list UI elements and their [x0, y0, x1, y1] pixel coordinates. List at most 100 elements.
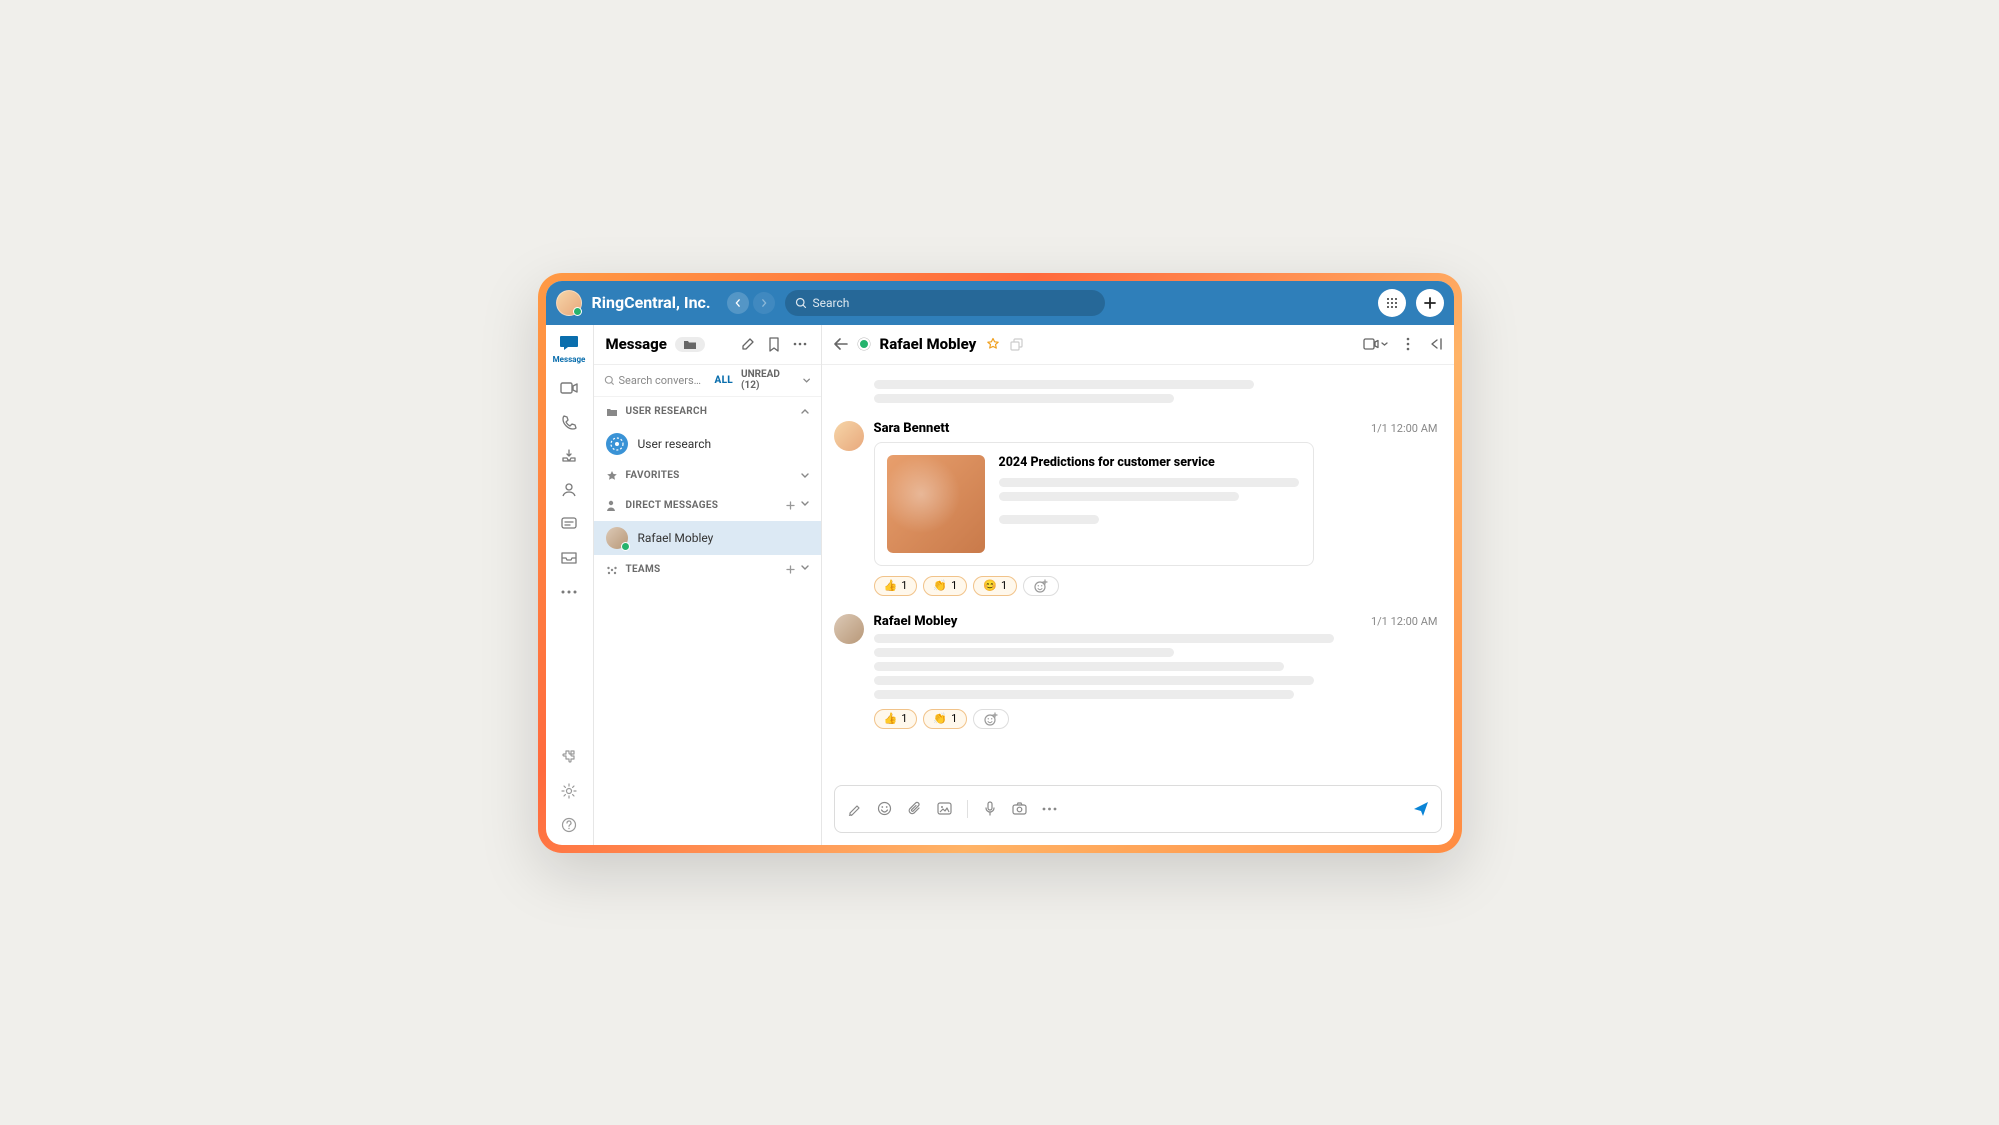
conv-name: Rafael Mobley	[638, 531, 714, 545]
org-name: RingCentral, Inc.	[592, 293, 711, 312]
camera-icon	[1012, 802, 1027, 815]
presence-indicator	[621, 542, 630, 551]
folder-filter[interactable]	[675, 337, 705, 352]
app-window: RingCentral, Inc. Search	[546, 281, 1454, 845]
more-button[interactable]	[791, 335, 809, 353]
conv-name: User research	[638, 437, 712, 451]
text-icon	[558, 514, 580, 534]
rail-message[interactable]: Message	[553, 333, 585, 364]
favorite-toggle[interactable]	[986, 337, 1000, 351]
chat-more-button[interactable]	[1406, 337, 1410, 351]
composer-more-button[interactable]	[1042, 801, 1058, 817]
link-card[interactable]: 2024 Predictions for customer service	[874, 442, 1314, 566]
bookmark-button[interactable]	[765, 335, 783, 353]
author-name: Sara Bennett	[874, 421, 950, 436]
team-icon	[606, 564, 620, 576]
copy-link-button[interactable]	[1010, 338, 1023, 351]
start-video-button[interactable]	[1363, 338, 1388, 350]
rail-help[interactable]	[553, 815, 585, 835]
reaction-pill[interactable]: 👍1	[874, 576, 918, 596]
filter-all[interactable]: ALL	[715, 375, 734, 386]
paperclip-icon	[908, 801, 922, 816]
send-button[interactable]	[1413, 801, 1429, 817]
emoji-button[interactable]	[877, 801, 893, 817]
link-icon	[1010, 338, 1023, 351]
inbox-icon	[558, 446, 580, 466]
send-icon	[1413, 801, 1429, 817]
gif-button[interactable]	[937, 801, 953, 817]
nav-back-button[interactable]	[727, 292, 749, 314]
conv-rafael-mobley[interactable]: Rafael Mobley	[594, 521, 821, 555]
group-favorites[interactable]: FAVORITES	[594, 461, 821, 491]
more-vertical-icon	[1406, 337, 1410, 351]
plus-icon[interactable]	[786, 501, 795, 510]
chevron-down-icon	[1381, 342, 1388, 346]
reaction-pill[interactable]: 👍1	[874, 709, 918, 729]
emoji-plus-icon	[1034, 579, 1048, 593]
group-direct-messages[interactable]: DIRECT MESSAGES	[594, 491, 821, 521]
presence-indicator	[573, 307, 582, 316]
card-thumbnail	[887, 455, 985, 553]
reactions: 👍1 👏1	[874, 709, 1438, 729]
puzzle-icon	[558, 747, 580, 767]
rail-apps[interactable]	[553, 747, 585, 767]
folder-icon	[683, 339, 697, 350]
rail-more[interactable]	[553, 582, 585, 602]
star-outline-icon	[986, 337, 1000, 351]
emoji-plus-icon	[984, 712, 998, 726]
more-horizontal-icon	[793, 342, 807, 346]
reaction-pill[interactable]: 😊1	[973, 576, 1017, 596]
group-teams[interactable]: TEAMS	[594, 555, 821, 585]
chevron-down-icon	[801, 473, 809, 478]
rail-phone[interactable]	[553, 412, 585, 432]
record-audio-button[interactable]	[982, 801, 998, 817]
emoji-icon	[877, 801, 892, 816]
chevron-down-icon[interactable]	[803, 378, 810, 383]
message: Sara Bennett 1/1 12:00 AM 2024 Predictio…	[834, 421, 1438, 596]
add-reaction-button[interactable]	[1023, 576, 1059, 596]
reaction-pill[interactable]: 👏1	[923, 576, 967, 596]
conv-user-research-team[interactable]: User research	[594, 427, 821, 461]
message-time: 1/1 12:00 AM	[1371, 422, 1438, 435]
group-user-research[interactable]: USER RESEARCH	[594, 397, 821, 427]
group-label: FAVORITES	[626, 470, 680, 481]
chat-title: Rafael Mobley	[880, 335, 977, 353]
conversation-search[interactable]: Search conversation...	[604, 374, 707, 387]
rail-video[interactable]	[553, 378, 585, 398]
nav-forward-button[interactable]	[753, 292, 775, 314]
rail-fax[interactable]	[553, 446, 585, 466]
group-label: DIRECT MESSAGES	[626, 500, 719, 511]
chat-pane: Rafael Mobley	[822, 325, 1454, 845]
rail-settings[interactable]	[553, 781, 585, 801]
microphone-icon	[985, 801, 995, 816]
attach-button[interactable]	[907, 801, 923, 817]
chat-header: Rafael Mobley	[822, 325, 1454, 365]
author-avatar[interactable]	[834, 421, 864, 451]
search-icon	[604, 375, 615, 386]
author-avatar[interactable]	[834, 614, 864, 644]
message-composer[interactable]	[834, 785, 1442, 833]
reaction-pill[interactable]: 👏1	[923, 709, 967, 729]
add-reaction-button[interactable]	[973, 709, 1009, 729]
rail-contacts[interactable]	[553, 480, 585, 500]
dialpad-button[interactable]	[1378, 289, 1406, 317]
formatting-button[interactable]	[847, 801, 863, 817]
new-action-button[interactable]	[1416, 289, 1444, 317]
collapse-panel-button[interactable]	[1428, 338, 1442, 350]
rail-voicemail[interactable]	[553, 548, 585, 568]
record-video-button[interactable]	[1012, 801, 1028, 817]
message-icon	[558, 333, 580, 353]
rail-message-label: Message	[553, 355, 586, 364]
plus-icon[interactable]	[786, 565, 795, 574]
compose-button[interactable]	[739, 335, 757, 353]
gear-icon	[558, 781, 580, 801]
rail-text[interactable]	[553, 514, 585, 534]
user-avatar[interactable]	[556, 290, 582, 316]
compose-icon	[740, 337, 755, 352]
message-list[interactable]: Sara Bennett 1/1 12:00 AM 2024 Predictio…	[822, 365, 1454, 777]
arrow-left-icon	[834, 338, 848, 350]
filter-unread[interactable]: UNREAD (12)	[741, 369, 795, 391]
folder-icon	[606, 407, 620, 417]
chat-back-button[interactable]	[834, 338, 848, 350]
global-search[interactable]: Search	[785, 290, 1105, 316]
